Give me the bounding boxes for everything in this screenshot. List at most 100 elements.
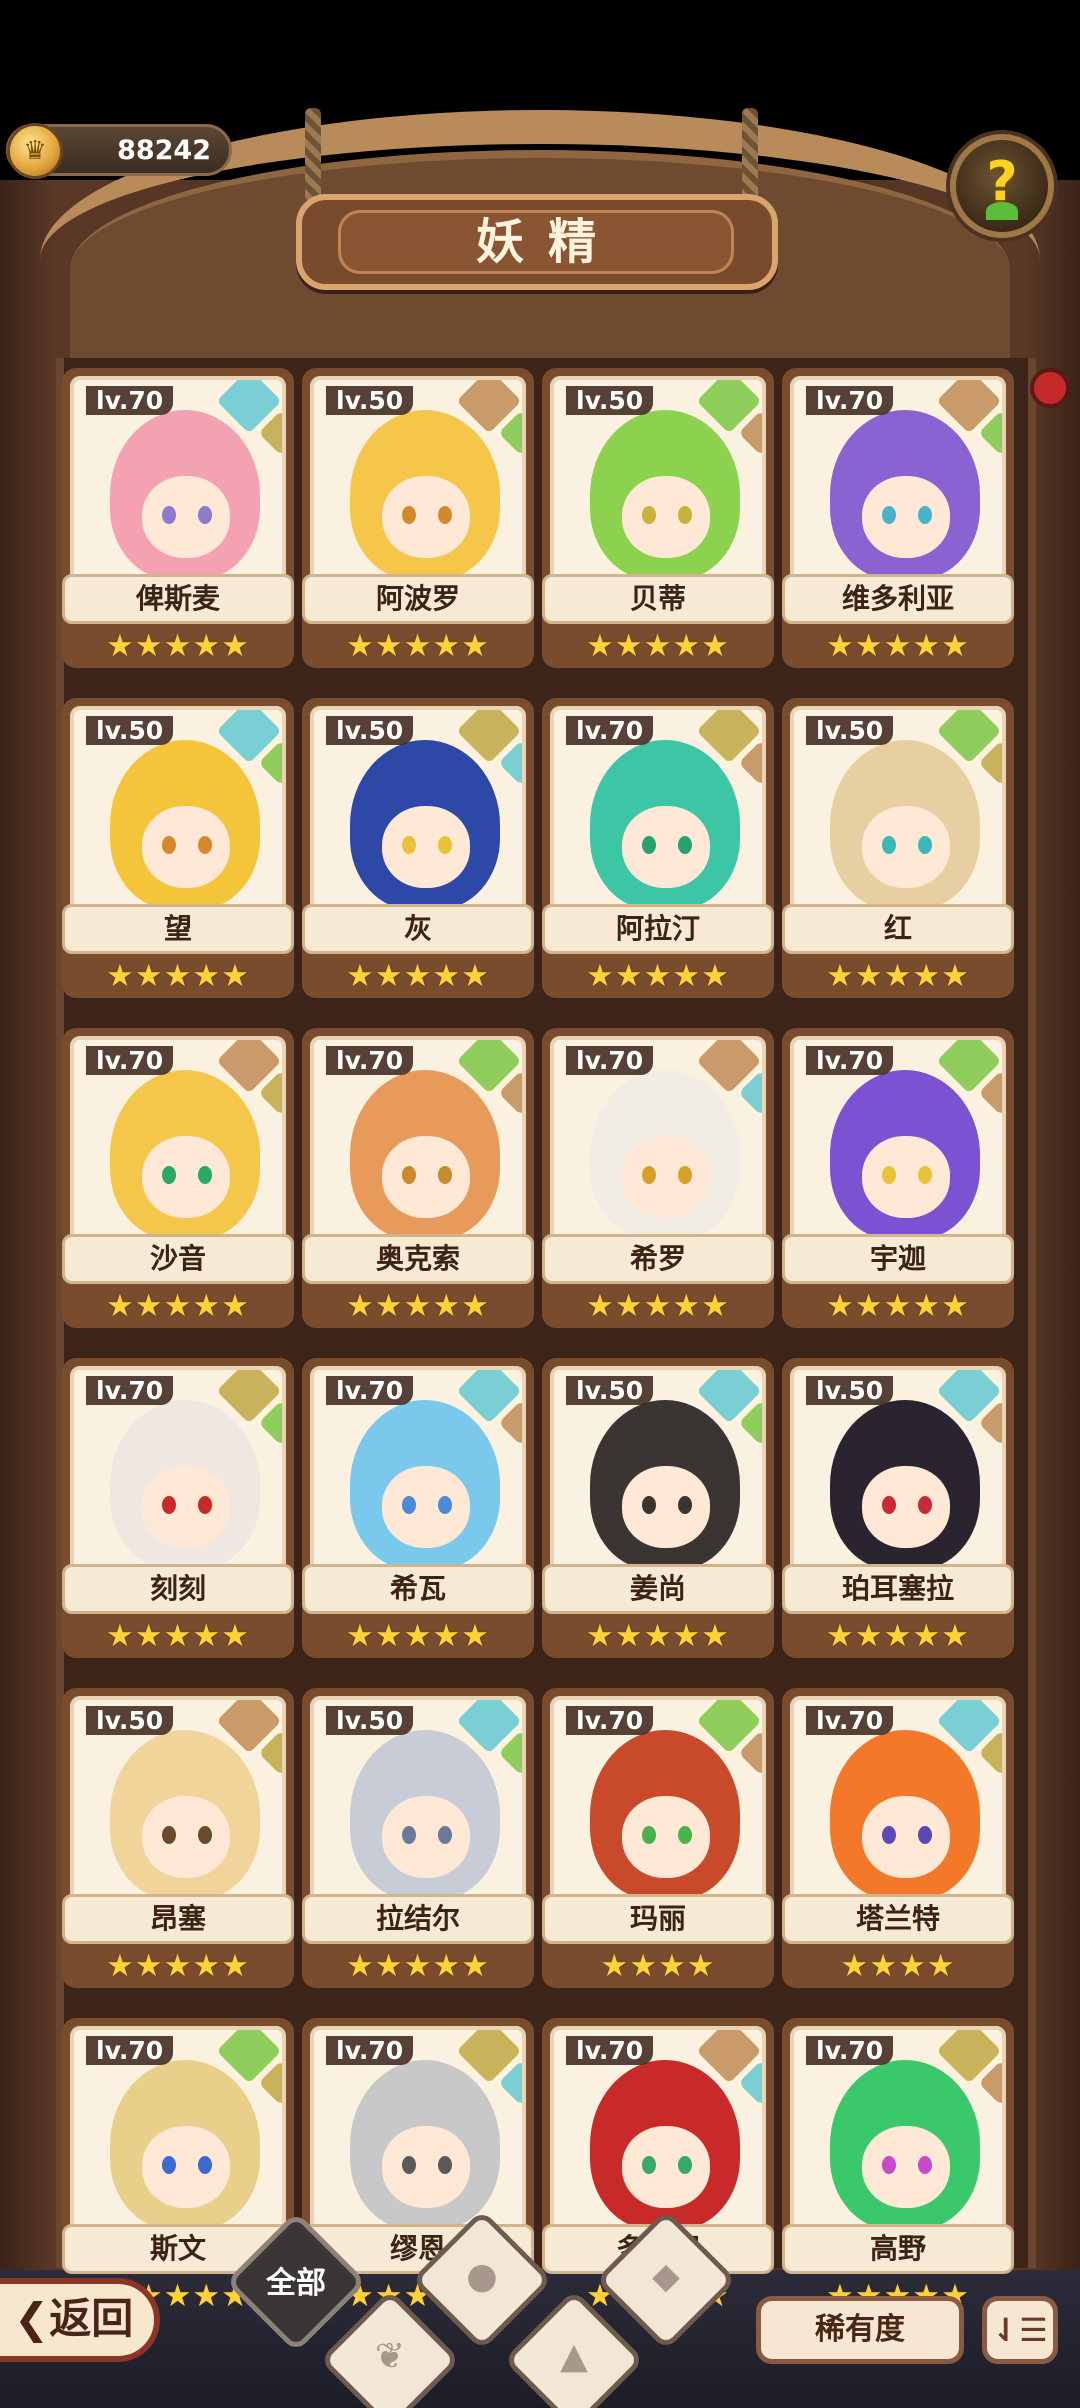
fairy-eye [882, 1496, 896, 1514]
fairy-card[interactable]: lv.50 阿波罗 ★★★★★ [302, 368, 534, 678]
fairy-card[interactable]: lv.70 俾斯麦 ★★★★★ [62, 368, 294, 678]
card-portrait: lv.70 [70, 1036, 286, 1262]
fairy-card[interactable]: lv.50 珀耳塞拉 ★★★★★ [782, 1358, 1014, 1668]
fairy-eye [438, 1826, 452, 1844]
fairy-eye [162, 836, 176, 854]
fairy-eye [438, 2156, 452, 2174]
fairy-card[interactable]: lv.70 阿拉汀 ★★★★★ [542, 698, 774, 1008]
star-rating: ★★★★★ [826, 1618, 970, 1654]
card-portrait: lv.50 [790, 1366, 1006, 1592]
fairy-eye [198, 2156, 212, 2174]
fairy-card[interactable]: lv.50 昂塞 ★★★★★ [62, 1688, 294, 1998]
fairy-card[interactable]: lv.70 高野 ★★★★★ [782, 2018, 1014, 2328]
card-portrait: lv.50 [70, 706, 286, 932]
card-portrait: lv.70 [70, 1366, 286, 1592]
fairy-eye [882, 1166, 896, 1184]
star-rating: ★★★★★ [106, 1948, 250, 1984]
card-level: lv.70 [806, 2036, 894, 2065]
filter-all-label: 全部 [266, 2266, 326, 2301]
fairy-face [622, 2126, 710, 2208]
fairy-eye [882, 1826, 896, 1844]
fairy-eye [918, 1826, 932, 1844]
fairy-card[interactable]: lv.50 拉结尔 ★★★★★ [302, 1688, 534, 1998]
card-portrait: lv.50 [790, 706, 1006, 932]
fairy-card[interactable]: lv.50 红 ★★★★★ [782, 698, 1014, 1008]
card-level: lv.70 [806, 386, 894, 415]
card-level: lv.50 [86, 1706, 174, 1735]
fairy-eye [642, 2156, 656, 2174]
fairy-face [142, 476, 230, 558]
fairy-eye [198, 1826, 212, 1844]
star-rating: ★★★★ [600, 1948, 716, 1984]
fairy-card[interactable]: lv.70 希瓦 ★★★★★ [302, 1358, 534, 1668]
fairy-eye [438, 1496, 452, 1514]
fairy-face [142, 1796, 230, 1878]
card-name: 希罗 [542, 1234, 774, 1284]
fairy-eye [162, 1496, 176, 1514]
back-button[interactable]: ❮返回 [0, 2278, 160, 2362]
star-rating: ★★★★★ [346, 1288, 490, 1324]
fairy-face [862, 806, 950, 888]
sort-order-button[interactable]: ⇃☰ [982, 2296, 1058, 2364]
fairy-card[interactable]: lv.70 玛丽 ★★★★ [542, 1688, 774, 1998]
star-rating: ★★★★★ [826, 1288, 970, 1324]
help-button[interactable]: ? [950, 134, 1054, 238]
fairy-eye [438, 1166, 452, 1184]
fairy-eye [402, 2156, 416, 2174]
fairy-eye [918, 1166, 932, 1184]
fairy-face [622, 1796, 710, 1878]
card-level: lv.70 [806, 1046, 894, 1075]
fairy-card[interactable]: lv.50 姜尚 ★★★★★ [542, 1358, 774, 1668]
card-level: lv.70 [86, 386, 174, 415]
page-title: 妖精 [338, 210, 734, 274]
card-portrait: lv.70 [790, 1696, 1006, 1922]
fairy-face [622, 1136, 710, 1218]
fairy-card[interactable]: lv.70 奥克索 ★★★★★ [302, 1028, 534, 1338]
fairy-card[interactable]: lv.50 灰 ★★★★★ [302, 698, 534, 1008]
fairy-eye [678, 2156, 692, 2174]
card-name: 珀耳塞拉 [782, 1564, 1014, 1614]
card-name: 阿波罗 [302, 574, 534, 624]
fairy-eye [882, 2156, 896, 2174]
fairy-eye [678, 1166, 692, 1184]
rarity-sort-button[interactable]: 稀有度 [756, 2296, 964, 2364]
fairy-card[interactable]: lv.70 沙音 ★★★★★ [62, 1028, 294, 1338]
fairy-eye [438, 836, 452, 854]
fairy-eye [162, 2156, 176, 2174]
fairy-face [862, 1466, 950, 1548]
card-portrait: lv.70 [310, 1366, 526, 1592]
card-level: lv.50 [86, 716, 174, 745]
card-level: lv.70 [566, 1046, 654, 1075]
fairy-eye [678, 836, 692, 854]
fairy-eye [198, 1166, 212, 1184]
card-name: 塔兰特 [782, 1894, 1014, 1944]
fairy-face [862, 2126, 950, 2208]
fairy-card[interactable]: lv.50 望 ★★★★★ [62, 698, 294, 1008]
fairy-card[interactable]: lv.70 刻刻 ★★★★★ [62, 1358, 294, 1668]
star-rating: ★★★★★ [106, 1618, 250, 1654]
card-name: 贝蒂 [542, 574, 774, 624]
card-name: 拉结尔 [302, 1894, 534, 1944]
fairy-eye [642, 836, 656, 854]
fairy-eye [198, 506, 212, 524]
star-rating: ★★★★ [840, 1948, 956, 1984]
star-rating: ★★★★★ [106, 958, 250, 994]
fairy-face [862, 1136, 950, 1218]
fairy-card[interactable]: lv.70 希罗 ★★★★★ [542, 1028, 774, 1338]
card-portrait: lv.70 [310, 1036, 526, 1262]
fairy-card[interactable]: lv.70 塔兰特 ★★★★ [782, 1688, 1014, 1998]
fairy-card[interactable]: lv.70 维多利亚 ★★★★★ [782, 368, 1014, 678]
card-name: 沙音 [62, 1234, 294, 1284]
mountain-filter-icon: ▲ [560, 2336, 588, 2377]
crown-coin-icon: ♛ [7, 123, 63, 179]
card-level: lv.50 [806, 1376, 894, 1405]
fairy-face [142, 1466, 230, 1548]
card-name: 宇迦 [782, 1234, 1014, 1284]
star-rating: ★★★★★ [586, 1288, 730, 1324]
card-level: lv.70 [326, 2036, 414, 2065]
fairy-eye [678, 1826, 692, 1844]
fairy-card[interactable]: lv.50 贝蒂 ★★★★★ [542, 368, 774, 678]
fairy-eye [402, 506, 416, 524]
fairy-card[interactable]: lv.70 宇迦 ★★★★★ [782, 1028, 1014, 1338]
card-level: lv.70 [566, 716, 654, 745]
